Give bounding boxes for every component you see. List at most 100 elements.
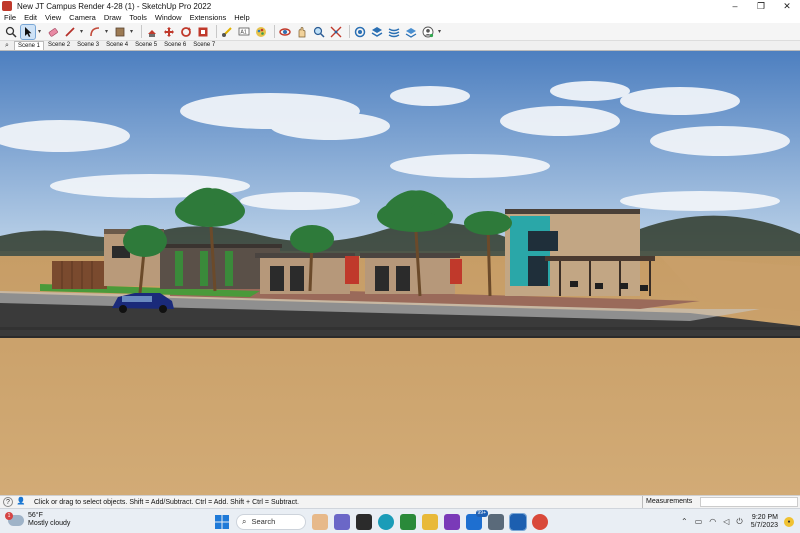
paint-bucket-tool-icon[interactable] (254, 25, 268, 39)
settings-icon[interactable] (488, 513, 504, 530)
status-hint: Click or drag to select objects. Shift =… (34, 498, 299, 506)
toolbar-divider (216, 25, 217, 38)
windows-start-icon[interactable] (214, 514, 230, 530)
status-bar: ? 👤 Click or drag to select objects. Shi… (0, 495, 800, 508)
weather-temp: 56°F (28, 512, 43, 519)
tab-scene-3[interactable]: Scene 3 (74, 41, 102, 50)
scene-tabs-bar: ⌕ Scene 1 Scene 2 Scene 3 Scene 4 Scene … (0, 40, 800, 51)
user-icon[interactable]: 👤 (16, 497, 26, 507)
pan-tool-icon[interactable] (295, 25, 309, 39)
layout-tool-icon[interactable] (387, 25, 401, 39)
toolbar-divider (274, 25, 275, 38)
menu-help[interactable]: Help (234, 13, 249, 22)
copilot-image-icon[interactable] (312, 513, 328, 530)
tab-scene-7[interactable]: Scene 7 (190, 41, 218, 50)
tab-scene-1[interactable]: Scene 1 (14, 40, 45, 51)
tape-measure-tool-icon[interactable] (220, 25, 234, 39)
zoom-tool-icon[interactable] (312, 25, 326, 39)
tab-scene-4[interactable]: Scene 4 (103, 41, 131, 50)
chevron-down-icon[interactable]: ▾ (80, 28, 85, 35)
window-controls: – ❐ ✕ (722, 0, 800, 12)
chrome-icon[interactable] (532, 513, 548, 530)
zoom-extents-tool-icon[interactable] (329, 25, 343, 39)
measurements-label: Measurements (642, 496, 692, 508)
menu-camera[interactable]: Camera (69, 13, 96, 22)
maximize-button[interactable]: ❐ (748, 0, 774, 12)
measurements-input[interactable] (700, 497, 798, 507)
orbit-tool-icon[interactable] (278, 25, 292, 39)
main-toolbar: ▾ ▾ ▾ ▾ A1 ▾ (0, 23, 800, 41)
media-icon[interactable] (444, 513, 460, 530)
store-icon[interactable] (400, 513, 416, 530)
push-pull-tool-icon[interactable] (145, 25, 159, 39)
power-icon[interactable]: ⏻ (736, 517, 742, 527)
account-tool-icon[interactable] (421, 25, 435, 39)
info-icon[interactable]: ? (3, 497, 13, 507)
campus-render[interactable] (0, 51, 800, 495)
line-tool-icon[interactable] (63, 25, 77, 39)
chevron-down-icon[interactable]: ▾ (38, 28, 43, 35)
scene-search-icon[interactable]: ⌕ (0, 42, 14, 50)
weather-widget[interactable]: 1 56°F Mostly cloudy (5, 511, 71, 528)
clock-date: 5/7/2023 (750, 521, 778, 529)
chevron-up-icon[interactable]: ⌃ (681, 517, 688, 526)
weather-condition: Mostly cloudy (28, 520, 71, 527)
tab-scene-6[interactable]: Scene 6 (161, 41, 189, 50)
taskbar-search[interactable]: ⌕ Search (236, 513, 306, 530)
taskbar-search-label: Search (251, 517, 276, 526)
sandbox-tool-icon[interactable] (404, 25, 418, 39)
menu-window[interactable]: Window (155, 13, 182, 22)
menu-draw[interactable]: Draw (104, 13, 122, 22)
window-title: New JT Campus Render 4-28 (1) - SketchUp… (17, 1, 212, 11)
close-button[interactable]: ✕ (774, 0, 800, 12)
menu-tools[interactable]: Tools (129, 13, 147, 22)
text-tool-icon[interactable]: A1 (237, 25, 251, 39)
tab-scene-2[interactable]: Scene 2 (45, 41, 73, 50)
sketchup-app-icon (2, 1, 12, 11)
road-shadow (0, 327, 800, 330)
eraser-tool-icon[interactable] (46, 25, 60, 39)
notification-icon[interactable]: ● (784, 516, 794, 527)
shade-canopy (545, 256, 655, 261)
cloud-icon: 1 (5, 511, 24, 526)
svg-text:A1: A1 (241, 29, 247, 35)
warehouse-tool-icon[interactable] (353, 25, 367, 39)
wood-fence (52, 261, 107, 289)
arc-tool-icon[interactable] (88, 25, 102, 39)
windows-taskbar: 1 56°F Mostly cloudy ⌕ Search 99+ ⌃ ▭ ◠ (0, 508, 800, 533)
title-bar: New JT Campus Render 4-28 (1) - SketchUp… (0, 0, 800, 12)
menu-extensions[interactable]: Extensions (190, 13, 227, 22)
toolbar-divider (349, 25, 350, 38)
sketchup-taskbar-icon[interactable] (509, 512, 527, 531)
select-tool-icon[interactable] (20, 23, 36, 40)
wifi-icon[interactable]: ◠ (709, 517, 716, 526)
edge-icon[interactable] (378, 513, 394, 530)
mail-icon[interactable]: 99+ (466, 509, 488, 530)
chevron-down-icon[interactable]: ▾ (130, 28, 135, 35)
model-viewport[interactable] (0, 50, 800, 495)
minimize-button[interactable]: – (722, 0, 748, 12)
clock-time: 9:20 PM (751, 513, 778, 521)
chevron-down-icon[interactable]: ▾ (105, 28, 110, 35)
mail-badge: 99+ (475, 509, 488, 517)
search-tool-icon[interactable] (4, 25, 18, 39)
menu-file[interactable]: File (4, 13, 16, 22)
tab-scene-5[interactable]: Scene 5 (132, 41, 160, 50)
file-explorer-icon[interactable] (422, 513, 438, 530)
menu-edit[interactable]: Edit (24, 13, 37, 22)
system-tray: ⌃ ▭ ◠ ◁ ⏻ 9:20 PM 5/7/2023 ● (674, 512, 794, 531)
extension-warehouse-tool-icon[interactable] (370, 25, 384, 39)
shape-tool-icon[interactable] (113, 25, 127, 39)
clock[interactable]: 9:20 PM 5/7/2023 (751, 514, 778, 530)
offset-tool-icon[interactable] (196, 25, 210, 39)
chevron-down-icon[interactable]: ▾ (438, 28, 443, 35)
task-view-icon[interactable] (356, 513, 372, 530)
battery-icon[interactable]: ▭ (695, 517, 703, 526)
taskbar-apps: ⌕ Search 99+ (214, 509, 554, 531)
move-tool-icon[interactable] (162, 25, 176, 39)
toolbar-divider (141, 25, 142, 38)
menu-view[interactable]: View (45, 13, 61, 22)
rotate-tool-icon[interactable] (179, 25, 193, 39)
volume-icon[interactable]: ◁ (723, 517, 729, 526)
teams-icon[interactable] (334, 513, 350, 530)
